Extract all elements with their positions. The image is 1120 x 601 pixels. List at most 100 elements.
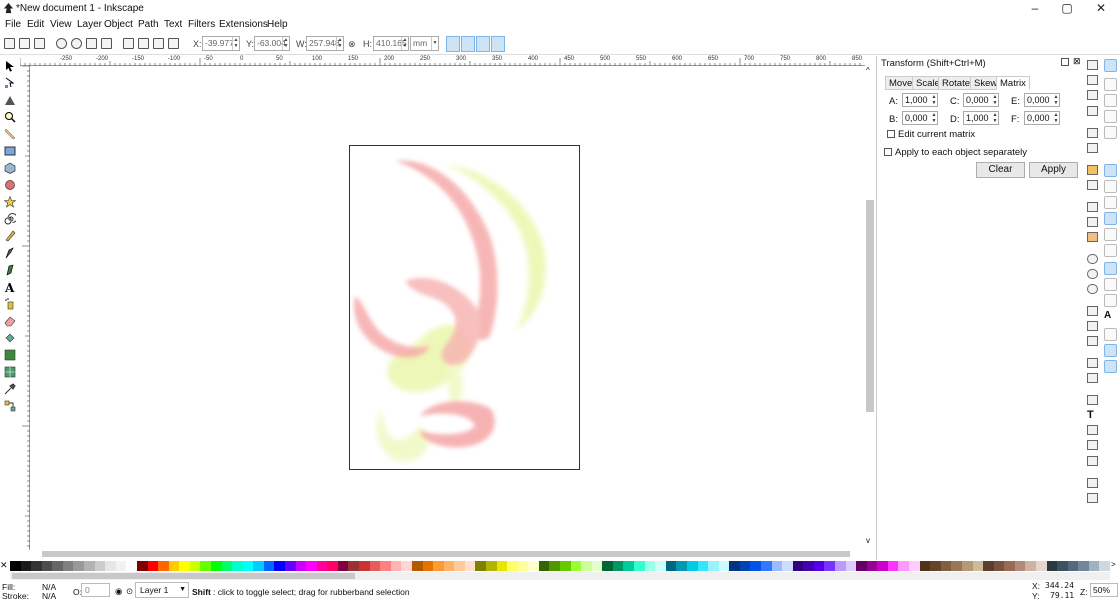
- snap-line-midpoint-icon[interactable]: [1104, 244, 1117, 257]
- color-swatch[interactable]: [708, 561, 720, 571]
- color-swatch[interactable]: [316, 561, 328, 571]
- apply-button[interactable]: Apply: [1029, 162, 1078, 178]
- tweak-tool-icon[interactable]: [4, 94, 16, 106]
- spin-arrows-icon[interactable]: ▲ ▼: [282, 37, 289, 50]
- color-swatch[interactable]: [570, 561, 582, 571]
- color-swatch[interactable]: [464, 561, 476, 571]
- palette-scroll-thumb[interactable]: [12, 573, 355, 579]
- color-swatch[interactable]: [94, 561, 106, 571]
- pencil-tool-icon[interactable]: [4, 230, 16, 242]
- color-swatch[interactable]: [771, 561, 783, 571]
- snap-intersection-icon[interactable]: [1104, 196, 1117, 209]
- lower-icon[interactable]: [153, 38, 164, 49]
- group-icon[interactable]: [1087, 358, 1098, 368]
- snap-center-icon[interactable]: [1104, 278, 1117, 291]
- color-swatch[interactable]: [866, 561, 878, 571]
- artwork[interactable]: [350, 146, 579, 469]
- color-swatch[interactable]: [750, 561, 762, 571]
- color-swatch[interactable]: [433, 561, 445, 571]
- scale-corners-toggle[interactable]: [461, 36, 475, 52]
- clone-icon[interactable]: [1087, 321, 1098, 331]
- eraser-tool-icon[interactable]: [4, 315, 16, 327]
- color-swatch[interactable]: [390, 561, 402, 571]
- detach-icon[interactable]: [1061, 58, 1069, 66]
- opacity-field[interactable]: 0: [81, 583, 110, 597]
- color-swatch[interactable]: [232, 561, 244, 571]
- color-swatch[interactable]: [729, 561, 741, 571]
- tab-matrix[interactable]: Matrix: [996, 76, 1030, 90]
- raise-to-top-icon[interactable]: [123, 38, 134, 49]
- color-swatch[interactable]: [1046, 561, 1058, 571]
- menu-object[interactable]: Object: [104, 19, 133, 30]
- color-swatch[interactable]: [380, 561, 392, 571]
- menu-text[interactable]: Text: [164, 19, 182, 30]
- color-swatch[interactable]: [835, 561, 847, 571]
- spin-arrows-icon[interactable]: ▲ ▼: [401, 37, 408, 50]
- color-swatch[interactable]: [665, 561, 677, 571]
- snap-nodes-icon[interactable]: [1104, 164, 1117, 177]
- color-swatch[interactable]: [538, 561, 550, 571]
- node-tool-icon[interactable]: [4, 77, 16, 89]
- print-icon[interactable]: [1087, 106, 1098, 116]
- color-swatch[interactable]: [909, 561, 921, 571]
- tab-rotate[interactable]: Rotate: [938, 76, 974, 90]
- connector-tool-icon[interactable]: [4, 400, 16, 412]
- spin-arrows-icon[interactable]: ▲ ▼: [336, 37, 343, 50]
- matrix-f-field[interactable]: 0,000 ▲ ▼: [1024, 111, 1060, 125]
- color-swatch[interactable]: [887, 561, 899, 571]
- new-document-icon[interactable]: [1087, 60, 1098, 70]
- color-swatch[interactable]: [581, 561, 593, 571]
- color-swatch[interactable]: [359, 561, 371, 571]
- color-swatch[interactable]: [528, 561, 540, 571]
- deselect-icon[interactable]: [34, 38, 45, 49]
- snap-guide-icon[interactable]: [1104, 360, 1117, 373]
- scale-stroke-toggle[interactable]: [446, 36, 460, 52]
- color-swatch[interactable]: [274, 561, 286, 571]
- color-swatch[interactable]: [496, 561, 508, 571]
- layers-icon[interactable]: [1087, 425, 1098, 435]
- eye-icon[interactable]: ◉: [115, 586, 122, 597]
- spray-tool-icon[interactable]: [4, 298, 16, 310]
- clear-button[interactable]: Clear: [976, 162, 1025, 178]
- color-swatch[interactable]: [507, 561, 519, 571]
- menu-extensions[interactable]: Extensions: [219, 19, 268, 30]
- redo-icon[interactable]: [1087, 180, 1098, 190]
- color-swatch[interactable]: [348, 561, 360, 571]
- export-icon[interactable]: [1087, 143, 1098, 153]
- color-swatch[interactable]: [856, 561, 868, 571]
- color-swatch[interactable]: [697, 561, 709, 571]
- lock-icon[interactable]: ⊙: [126, 586, 133, 597]
- color-swatch[interactable]: [1099, 561, 1111, 571]
- matrix-c-field[interactable]: 0,000 ▲ ▼: [963, 93, 999, 107]
- maximize-button[interactable]: ▢: [1050, 0, 1084, 18]
- color-swatch[interactable]: [327, 561, 339, 571]
- open-icon[interactable]: [1087, 75, 1098, 85]
- snap-bbox-midpoint-icon[interactable]: [1104, 126, 1117, 139]
- color-swatch[interactable]: [1067, 561, 1079, 571]
- color-swatch[interactable]: [983, 561, 995, 571]
- color-swatch[interactable]: [158, 561, 170, 571]
- palette-menu-icon[interactable]: >: [1111, 560, 1116, 569]
- unit-select[interactable]: mm ▼: [410, 36, 439, 51]
- zoom-tool-icon[interactable]: [4, 111, 16, 123]
- color-swatch[interactable]: [189, 561, 201, 571]
- color-swatch[interactable]: [168, 561, 180, 571]
- color-swatch[interactable]: [602, 561, 614, 571]
- menu-file[interactable]: File: [5, 19, 21, 30]
- spin-arrows-icon[interactable]: ▲ ▼: [931, 94, 937, 106]
- color-swatch[interactable]: [285, 561, 297, 571]
- color-swatch[interactable]: [73, 561, 85, 571]
- color-swatch[interactable]: [961, 561, 973, 571]
- rectangle-tool-icon[interactable]: [4, 145, 16, 157]
- apply-separately-checkbox[interactable]: [884, 148, 892, 156]
- vertical-scroll-thumb[interactable]: [866, 200, 874, 412]
- color-swatch[interactable]: [200, 561, 212, 571]
- ellipse-tool-icon[interactable]: [4, 179, 16, 191]
- spin-arrows-icon[interactable]: ▲ ▼: [992, 112, 998, 124]
- color-swatch[interactable]: [179, 561, 191, 571]
- color-swatch[interactable]: [306, 561, 318, 571]
- import-icon[interactable]: [1087, 128, 1098, 138]
- color-swatch[interactable]: [940, 561, 952, 571]
- color-swatch[interactable]: [443, 561, 455, 571]
- color-swatch[interactable]: [136, 561, 148, 571]
